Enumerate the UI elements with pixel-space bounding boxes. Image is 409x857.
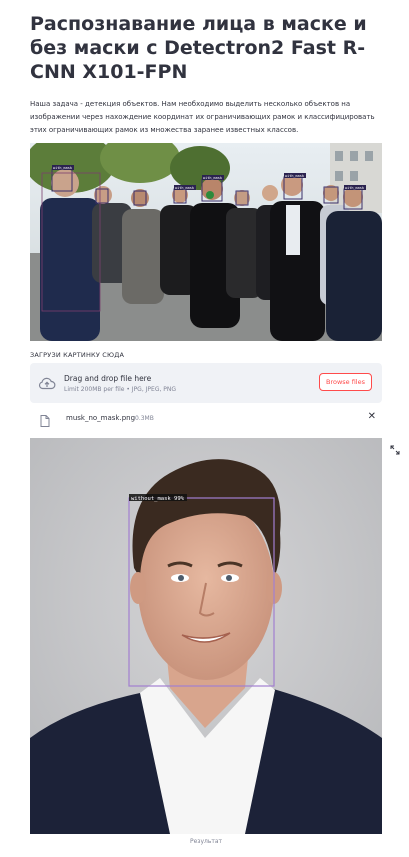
detection-label: without_mask 99%	[131, 496, 185, 502]
detection-tag: with_mask	[203, 176, 223, 180]
file-size: 0.3MB	[135, 415, 154, 422]
result-caption: Результат	[189, 838, 223, 845]
result-image: without_mask 99%	[30, 438, 382, 834]
detection-tag: with_mask	[53, 166, 73, 170]
browse-files-button[interactable]: Browse files	[319, 373, 372, 391]
dropzone-title: Drag and drop file here	[64, 374, 152, 383]
cloud-upload-icon	[38, 375, 56, 394]
detection-tag: with_mask	[345, 186, 365, 190]
uploaded-file-row: musk_no_mask.png 0.3MB ✕	[30, 408, 382, 428]
file-dropzone[interactable]: Drag and drop file here Limit 200MB per …	[30, 363, 382, 403]
file-name: musk_no_mask.png	[66, 414, 136, 422]
upload-label: ЗАГРУЗИ КАРТИНКУ СЮДА	[30, 351, 125, 359]
detection-tag: with_mask	[285, 174, 305, 178]
crowd-detection-image: with_mask with_mask with_mask with_mask …	[30, 143, 382, 341]
remove-file-button[interactable]: ✕	[368, 411, 376, 422]
file-icon	[40, 412, 50, 431]
page-description: Наша задача - детекция объектов. Нам нео…	[30, 100, 375, 134]
dropzone-limit: Limit 200MB per file • JPG, JPEG, PNG	[64, 386, 177, 393]
page-title: Распознавание лица в маске и без маски с…	[30, 13, 367, 83]
fullscreen-icon[interactable]	[390, 440, 400, 459]
detection-tag: with_mask	[175, 186, 195, 190]
